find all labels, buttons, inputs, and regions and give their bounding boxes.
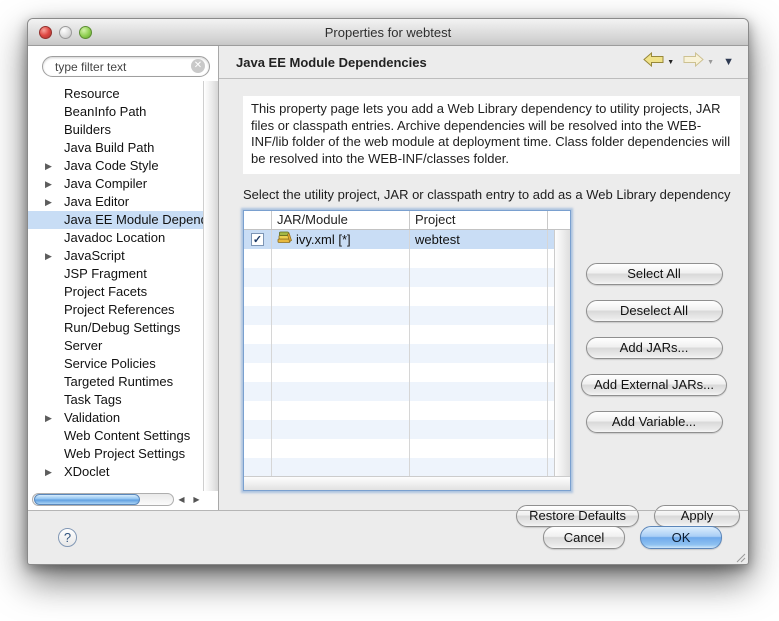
back-arrow-icon[interactable] — [643, 52, 664, 72]
sidebar-item-server[interactable]: Server — [28, 337, 203, 355]
window-title: Properties for webtest — [325, 25, 451, 40]
sidebar-item-validation[interactable]: ▶Validation — [28, 409, 203, 427]
add-jars-button[interactable]: Add JARs... — [586, 337, 723, 359]
web-library-icon — [277, 231, 292, 247]
expand-arrow-icon[interactable]: ▶ — [45, 193, 52, 211]
filter-input[interactable] — [42, 56, 210, 77]
minimize-button-icon[interactable] — [59, 26, 72, 39]
table-horizontal-scrollbar[interactable] — [244, 476, 570, 490]
clear-filter-icon[interactable]: ✕ — [191, 59, 205, 73]
help-icon[interactable]: ? — [58, 528, 77, 547]
sidebar-item-xdoclet[interactable]: ▶XDoclet — [28, 463, 203, 481]
expand-arrow-icon[interactable]: ▶ — [45, 175, 52, 193]
sidebar-item-project-facets[interactable]: Project Facets — [28, 283, 203, 301]
sidebar-item-javadoc-location[interactable]: Javadoc Location — [28, 229, 203, 247]
table-actions: Select All Deselect All Add JARs... Add … — [581, 263, 727, 491]
checkbox-column-header[interactable] — [244, 211, 272, 229]
sidebar-item-project-references[interactable]: Project References — [28, 301, 203, 319]
add-external-jars-button[interactable]: Add External JARs... — [581, 374, 727, 396]
deselect-all-button[interactable]: Deselect All — [586, 300, 723, 322]
dependencies-table[interactable]: JAR/Module Project ✓ — [243, 210, 571, 491]
project-column-header[interactable]: Project — [410, 211, 548, 229]
cancel-button[interactable]: Cancel — [543, 526, 625, 549]
expand-arrow-icon[interactable]: ▶ — [45, 157, 52, 175]
titlebar[interactable]: Properties for webtest — [28, 19, 748, 46]
window-controls — [39, 26, 92, 39]
expand-arrow-icon[interactable]: ▶ — [45, 247, 52, 265]
expand-arrow-icon[interactable]: ▶ — [45, 463, 52, 481]
close-button-icon[interactable] — [39, 26, 52, 39]
page-description: This property page lets you add a Web Li… — [243, 96, 740, 174]
expand-arrow-icon[interactable]: ▶ — [45, 409, 52, 427]
dialog-footer: ? Cancel OK — [28, 510, 748, 564]
sidebar-item-java-build-path[interactable]: Java Build Path — [28, 139, 203, 157]
forward-arrow-icon[interactable] — [683, 52, 704, 72]
preferences-tree: Resource BeanInfo Path Builders Java Bui… — [28, 81, 218, 491]
jar-module-column-header[interactable]: JAR/Module — [272, 211, 410, 229]
resize-grip[interactable] — [734, 550, 746, 562]
sidebar-item-java-code-style[interactable]: ▶Java Code Style — [28, 157, 203, 175]
sidebar-horizontal-scrollbar[interactable] — [32, 493, 174, 506]
main-content: Java EE Module Dependencies ▼ ▼ ▼ This p… — [219, 46, 748, 510]
preferences-sidebar: ✕ Resource BeanInfo Path Builders Java B… — [28, 46, 219, 510]
add-variable-button[interactable]: Add Variable... — [586, 411, 723, 433]
select-entry-label: Select the utility project, JAR or class… — [243, 187, 740, 202]
sidebar-vertical-scrollbar[interactable] — [203, 81, 218, 491]
sidebar-item-targeted-runtimes[interactable]: Targeted Runtimes — [28, 373, 203, 391]
sidebar-item-run-debug-settings[interactable]: Run/Debug Settings — [28, 319, 203, 337]
zoom-button-icon[interactable] — [79, 26, 92, 39]
project-cell: webtest — [410, 230, 548, 249]
scrollbar-thumb[interactable] — [34, 494, 140, 505]
sidebar-item-web-content-settings[interactable]: Web Content Settings — [28, 427, 203, 445]
table-vertical-scrollbar[interactable] — [554, 230, 570, 476]
view-menu-icon[interactable]: ▼ — [723, 56, 734, 68]
sidebar-item-beaninfo-path[interactable]: BeanInfo Path — [28, 103, 203, 121]
back-dropdown-icon[interactable]: ▼ — [667, 59, 674, 66]
sidebar-item-java-editor[interactable]: ▶Java Editor — [28, 193, 203, 211]
sidebar-item-builders[interactable]: Builders — [28, 121, 203, 139]
sidebar-item-java-ee-module-dependencies[interactable]: Java EE Module Dependencies — [28, 211, 203, 229]
page-header: Java EE Module Dependencies ▼ ▼ ▼ — [219, 46, 748, 79]
row-checkbox[interactable]: ✓ — [251, 233, 264, 246]
sidebar-item-resource[interactable]: Resource — [28, 85, 203, 103]
sidebar-item-java-compiler[interactable]: ▶Java Compiler — [28, 175, 203, 193]
sidebar-item-service-policies[interactable]: Service Policies — [28, 355, 203, 373]
ok-button[interactable]: OK — [640, 526, 722, 549]
forward-dropdown-icon[interactable]: ▼ — [707, 59, 714, 66]
jar-module-cell: ivy.xml [*] — [296, 232, 351, 247]
select-all-button[interactable]: Select All — [586, 263, 723, 285]
sidebar-item-web-project-settings[interactable]: Web Project Settings — [28, 445, 203, 463]
scroll-right-icon[interactable]: ▶ — [189, 492, 204, 507]
sidebar-item-jsp-fragment[interactable]: JSP Fragment — [28, 265, 203, 283]
table-row[interactable]: ✓ — [244, 230, 570, 249]
table-header: JAR/Module Project — [244, 211, 570, 230]
scroll-left-icon[interactable]: ◀ — [174, 492, 189, 507]
sidebar-item-task-tags[interactable]: Task Tags — [28, 391, 203, 409]
page-title: Java EE Module Dependencies — [236, 55, 643, 70]
properties-dialog: Properties for webtest ✕ Resource BeanIn… — [27, 18, 749, 565]
sidebar-item-javascript[interactable]: ▶JavaScript — [28, 247, 203, 265]
